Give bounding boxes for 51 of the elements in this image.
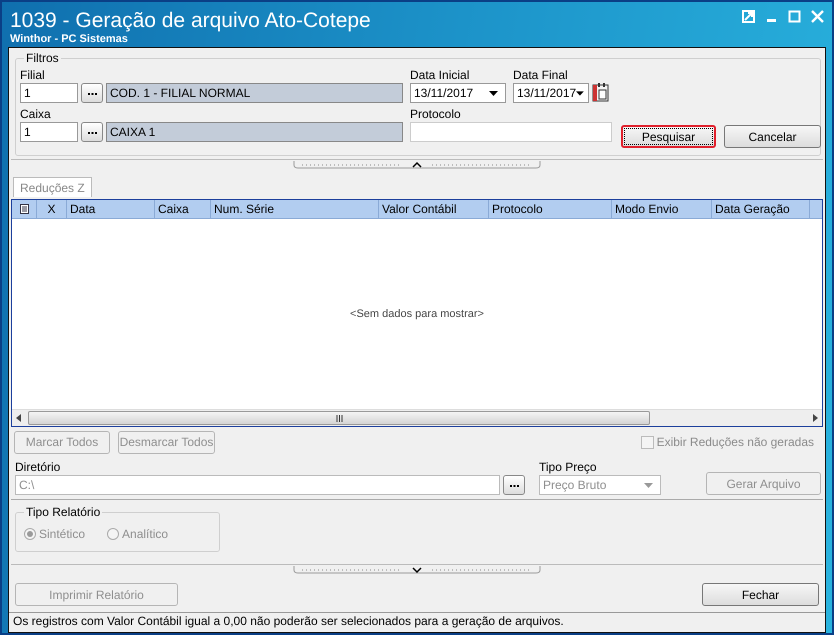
group-title: Tipo Relatório bbox=[24, 505, 102, 519]
group-title: Filtros bbox=[24, 51, 61, 65]
code-field[interactable]: 1 bbox=[20, 83, 78, 103]
tab[interactable]: Reduções Z bbox=[13, 177, 92, 197]
field-label: Protocolo bbox=[410, 107, 462, 122]
calendar-icon[interactable] bbox=[592, 83, 609, 102]
ellipsis-icon bbox=[88, 93, 96, 96]
maximize-icon[interactable] bbox=[788, 10, 801, 23]
radio-label: Analítico bbox=[122, 527, 168, 541]
field-label: Data Inicial bbox=[410, 68, 470, 83]
empty-message: <Sem dados para mostrar> bbox=[350, 308, 484, 320]
column-header[interactable]: Protocolo bbox=[489, 200, 612, 218]
dropdown-arrow-icon[interactable] bbox=[576, 90, 584, 96]
ellipsis-icon bbox=[88, 132, 96, 135]
close-icon[interactable] bbox=[811, 10, 824, 23]
date-field[interactable]: 13/11/2017 bbox=[410, 83, 506, 103]
field-label: Filial bbox=[20, 68, 46, 83]
browse-button[interactable] bbox=[503, 475, 525, 495]
window-title: 1039 - Geração de arquivo Ato-Cotepe bbox=[10, 8, 371, 33]
column-header[interactable]: Modo Envio bbox=[612, 200, 712, 218]
code-field[interactable]: 1 bbox=[20, 122, 78, 142]
radio-label: Sintético bbox=[39, 527, 86, 541]
lookup-button[interactable] bbox=[81, 122, 103, 142]
window-subtitle: Winthor - PC Sistemas bbox=[10, 33, 129, 46]
grip-icon bbox=[336, 414, 342, 422]
ellipsis-icon bbox=[510, 485, 518, 488]
close-button[interactable]: Fechar bbox=[702, 583, 819, 606]
date-field[interactable]: 13/11/2017 bbox=[513, 83, 589, 103]
horizontal-scrollbar[interactable] bbox=[12, 409, 822, 426]
lookup-button[interactable] bbox=[81, 83, 103, 103]
column-chooser-icon[interactable] bbox=[20, 204, 28, 214]
field-label: Diretório bbox=[15, 460, 62, 475]
splitter-handle[interactable] bbox=[292, 566, 542, 574]
description-field: CAIXA 1 bbox=[106, 122, 403, 142]
field-label: Caixa bbox=[20, 107, 52, 122]
field-label: Tipo Preço bbox=[539, 460, 598, 475]
checkbox-label: Exibir Reduções não geradas bbox=[656, 435, 814, 449]
column-header[interactable]: Data bbox=[67, 200, 155, 218]
field-label: Data Final bbox=[513, 68, 569, 83]
column-header[interactable]: X bbox=[37, 200, 67, 218]
column-header[interactable]: Data Geração bbox=[712, 200, 810, 218]
description-field: COD. 1 - FILIAL NORMAL bbox=[106, 83, 403, 103]
cancel-button[interactable]: Cancelar bbox=[724, 125, 821, 148]
column-header[interactable]: Num. Série bbox=[211, 200, 379, 218]
column-header[interactable]: Caixa bbox=[155, 200, 211, 218]
protocol-field[interactable] bbox=[410, 122, 612, 142]
dropdown-arrow-icon[interactable] bbox=[489, 90, 498, 96]
resize-icon[interactable] bbox=[742, 10, 755, 23]
column-header[interactable]: Valor Contábil bbox=[379, 200, 489, 218]
search-button[interactable]: Pesquisar bbox=[621, 125, 716, 148]
splitter-handle[interactable] bbox=[292, 161, 542, 169]
